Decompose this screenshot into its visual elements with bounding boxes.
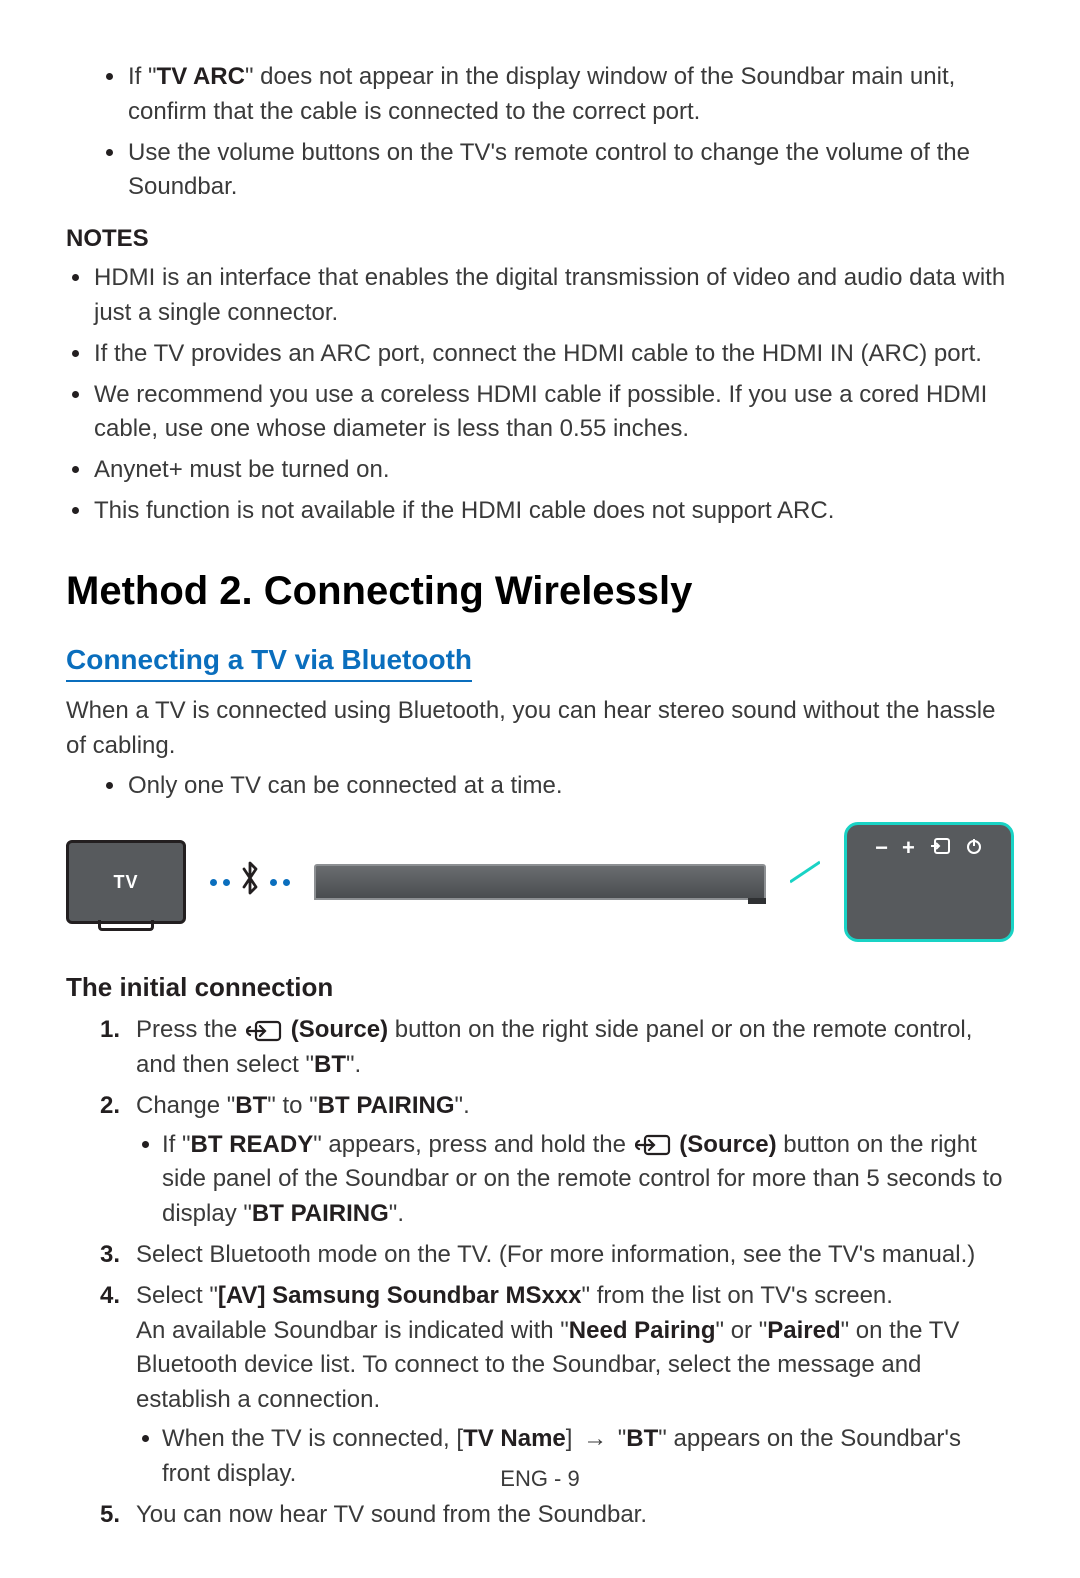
step-item: Select "[AV] Samsung Soundbar MSxxx" fro… (100, 1279, 1014, 1492)
text: " or " (716, 1317, 768, 1344)
text-bold: [AV] Samsung Soundbar MSxxx (218, 1282, 582, 1309)
text-bold: BT READY (191, 1131, 314, 1158)
step-item: You can now hear TV sound from the Sound… (100, 1498, 1014, 1533)
dot-icon (283, 879, 290, 886)
text: Change " (136, 1092, 235, 1119)
power-icon (965, 835, 983, 861)
notes-heading: NOTES (66, 225, 1014, 253)
callout-line-icon (790, 852, 820, 912)
arrow-icon: → (583, 1425, 607, 1452)
text: ". (346, 1051, 361, 1078)
text-bold: (Source) (284, 1016, 388, 1043)
text-bold: TV ARC (157, 63, 245, 90)
list-item: If the TV provides an ARC port, connect … (66, 337, 1014, 372)
tv-icon: TV (66, 840, 186, 924)
text: An available Soundbar is indicated with … (136, 1317, 569, 1344)
list-item: Only one TV can be connected at a time. (100, 769, 1014, 804)
text-bold: BT PAIRING (318, 1092, 455, 1119)
list-item: Anynet+ must be turned on. (66, 453, 1014, 488)
source-button-icon (246, 1020, 282, 1042)
list-item: Use the volume buttons on the TV's remot… (100, 136, 1014, 206)
text-bold: BT PAIRING (252, 1200, 389, 1227)
source-button-icon (635, 1134, 671, 1156)
bluetooth-icon (238, 860, 262, 905)
bluetooth-link-icon (210, 860, 290, 905)
tv-label: TV (113, 872, 138, 893)
text: Select " (136, 1282, 218, 1309)
text: " does not appear in the display window … (128, 63, 955, 125)
text: When the TV is connected, [ (162, 1425, 463, 1452)
text: " (611, 1425, 626, 1452)
text-bold: BT (314, 1051, 346, 1078)
text: ] (566, 1425, 579, 1452)
text: If " (128, 63, 157, 90)
top-bullet-list: If "TV ARC" does not appear in the displ… (100, 60, 1014, 205)
volume-up-icon: + (902, 835, 915, 861)
dot-icon (210, 879, 217, 886)
list-item: If "TV ARC" does not appear in the displ… (100, 60, 1014, 130)
soundbar-icon (314, 864, 766, 900)
page-footer: ENG - 9 (0, 1466, 1080, 1492)
list-item: We recommend you use a coreless HDMI cab… (66, 378, 1014, 448)
notes-list: HDMI is an interface that enables the di… (66, 261, 1014, 529)
text: " appears, press and hold the (313, 1131, 632, 1158)
step-item: Select Bluetooth mode on the TV. (For mo… (100, 1238, 1014, 1273)
text: Use the volume buttons on the TV's remot… (128, 139, 970, 201)
initial-connection-heading: The initial connection (66, 972, 1014, 1003)
soundbar-side-panel: − + (844, 822, 1014, 942)
subsection-heading: Connecting a TV via Bluetooth (66, 644, 472, 682)
text-bold: TV Name (463, 1425, 566, 1452)
bt-sub-list: Only one TV can be connected at a time. (100, 769, 1014, 804)
dot-icon (223, 879, 230, 886)
text: ". (455, 1092, 470, 1119)
step-item: Change "BT" to "BT PAIRING". If "BT READ… (100, 1089, 1014, 1232)
text: Press the (136, 1016, 244, 1043)
list-item: HDMI is an interface that enables the di… (66, 261, 1014, 331)
text: " to " (267, 1092, 317, 1119)
dot-icon (270, 879, 277, 886)
intro-text: When a TV is connected using Bluetooth, … (66, 694, 1014, 764)
text: If " (162, 1131, 191, 1158)
text-bold: (Source) (673, 1131, 777, 1158)
text-bold: Need Pairing (569, 1317, 716, 1344)
volume-down-icon: − (875, 835, 888, 861)
list-item: If "BT READY" appears, press and hold th… (136, 1128, 1014, 1232)
sub-bullet-list: If "BT READY" appears, press and hold th… (136, 1128, 1014, 1232)
text: ". (389, 1200, 404, 1227)
text-bold: Paired (767, 1317, 840, 1344)
section-heading: Method 2. Connecting Wirelessly (66, 569, 1014, 614)
text-bold: BT (626, 1425, 658, 1452)
text-bold: BT (235, 1092, 267, 1119)
source-icon (929, 835, 951, 861)
text: " from the list on TV's screen. (582, 1282, 893, 1309)
steps-list: Press the (Source) button on the right s… (100, 1013, 1014, 1532)
list-item: This function is not available if the HD… (66, 494, 1014, 529)
step-item: Press the (Source) button on the right s… (100, 1013, 1014, 1083)
bluetooth-diagram: TV − + (66, 822, 1014, 942)
